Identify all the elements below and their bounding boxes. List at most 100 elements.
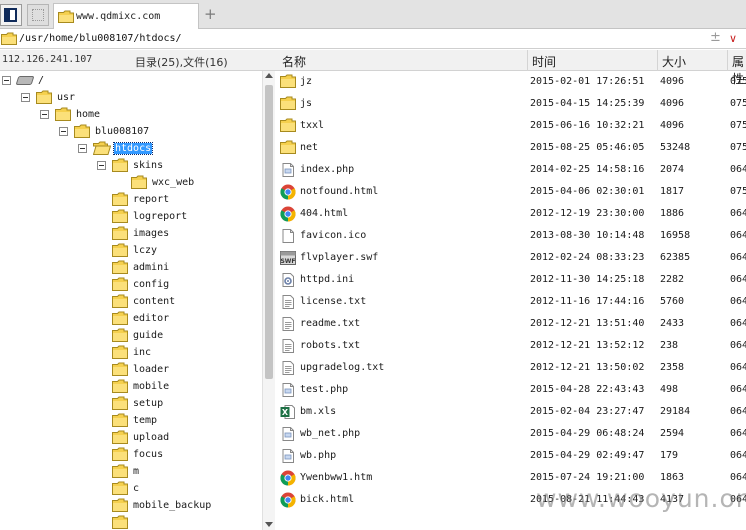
file-row[interactable]: favicon.ico 2013-08-30 10:14:48 16958 064 [276,225,746,247]
tree-node[interactable]: home [0,106,262,123]
tree-node[interactable]: wxc_web [0,174,262,191]
file-size: 5760 [660,296,685,307]
address-bar[interactable]: /usr/home/blu008107/htdocs/ ± ∨ [0,29,746,49]
column-size[interactable]: 大小 [662,53,686,70]
file-perm: 064 [730,318,746,329]
file-row[interactable]: index.php 2014-02-25 14:58:16 2074 064 [276,159,746,181]
folder-icon [112,294,128,311]
tree-node[interactable]: blu008107 [0,123,262,140]
file-row[interactable]: 404.html 2012-12-19 23:30:00 1886 064 [276,203,746,225]
folder-icon [280,74,296,90]
tree-node[interactable]: / [0,72,262,89]
folder-icon [131,175,147,192]
scroll-down-icon[interactable] [265,522,273,527]
tree-node[interactable]: temp [0,412,262,429]
directory-tree: / usr home blu008107 htdocs skins wxc_web repor… [0,71,262,530]
tree-node[interactable]: mobile [0,378,262,395]
tree-node[interactable]: skins [0,157,262,174]
file-row[interactable]: SWF flvplayer.swf 2012-02-24 08:33:23 62385… [276,247,746,269]
tree-node-label: temp [133,415,158,426]
tree-node[interactable]: report [0,191,262,208]
tree-node-label: inc [133,347,152,358]
collapse-toggle-icon[interactable] [59,127,68,136]
swf-icon: SWF [280,250,296,266]
tree-node[interactable]: loader [0,361,262,378]
column-divider[interactable] [527,50,528,71]
collapse-toggle-icon[interactable] [97,161,106,170]
file-row[interactable]: notfound.html 2015-04-06 02:30:01 1817 075 [276,181,746,203]
file-name: robots.txt [300,340,361,351]
file-row[interactable]: js 2015-04-15 14:25:39 4096 075 [276,93,746,115]
tree-node[interactable]: config [0,276,262,293]
column-divider[interactable] [657,50,658,71]
tab-shell[interactable] [0,4,22,26]
tree-node[interactable]: focus [0,446,262,463]
tab-site[interactable]: www.qdmixc.com [53,3,199,29]
file-row[interactable]: jz 2015-02-01 17:26:51 4096 075 [276,71,746,93]
column-name[interactable]: 名称 [282,53,306,70]
file-name: 404.html [300,208,349,219]
folder-icon [112,447,128,464]
file-name: test.php [300,384,349,395]
tree-node[interactable]: logreport [0,208,262,225]
file-row[interactable]: robots.txt 2012-12-21 13:52:12 238 064 [276,335,746,357]
file-row[interactable]: license.txt 2012-11-16 17:44:16 5760 064 [276,291,746,313]
collapse-toggle-icon[interactable] [2,76,11,85]
collapse-toggle-icon[interactable] [78,144,87,153]
collapse-toggle-icon[interactable] [40,110,49,119]
tree-node-label: lczy [133,245,158,256]
blank-file-icon [280,228,296,244]
file-size: 4096 [660,76,685,87]
file-name: txxl [300,120,325,131]
tree-node[interactable]: lczy [0,242,262,259]
file-row[interactable]: readme.txt 2012-12-21 13:51:40 2433 064 [276,313,746,335]
file-perm: 064 [730,428,746,439]
file-row[interactable]: test.php 2015-04-28 22:43:43 498 064 [276,379,746,401]
tree-node[interactable]: inc [0,344,262,361]
add-tab-icon[interactable]: + [204,5,217,23]
tab-blank[interactable] [27,4,49,26]
file-row[interactable]: txxl 2015-06-16 10:32:21 4096 075 [276,115,746,137]
tree-node[interactable]: c [0,480,262,497]
file-time: 2015-02-04 23:27:47 [530,406,645,417]
tree-scrollbar[interactable] [262,71,275,530]
tree-node[interactable]: editor [0,310,262,327]
file-perm: 064 [730,472,746,483]
open-folder-icon [92,141,112,158]
plus-minus-icon[interactable]: ± [710,30,721,45]
file-row[interactable]: net 2015-08-25 05:46:05 53248 075 [276,137,746,159]
address-path[interactable]: /usr/home/blu008107/htdocs/ [19,33,182,44]
tree-node-label: m [133,466,140,477]
column-divider[interactable] [727,50,728,71]
tree-node[interactable]: usr [0,89,262,106]
tree-node[interactable]: m [0,463,262,480]
tree-node[interactable]: content [0,293,262,310]
chevron-down-icon[interactable]: ∨ [729,32,737,45]
text-file-icon [280,316,296,332]
tree-node[interactable]: mobile_backup [0,497,262,514]
file-row[interactable]: httpd.ini 2012-11-30 14:25:18 2282 064 [276,269,746,291]
tree-node[interactable]: upload [0,429,262,446]
tree-node[interactable]: images [0,225,262,242]
file-row[interactable]: upgradelog.txt 2012-12-21 13:50:02 2358 064 [276,357,746,379]
tree-node[interactable] [0,514,262,530]
folder-icon [112,464,128,481]
tree-node[interactable]: htdocs [0,140,262,157]
file-name: httpd.ini [300,274,355,285]
folder-icon [112,277,128,294]
column-time[interactable]: 时间 [532,53,556,70]
tree-node[interactable]: guide [0,327,262,344]
tree-node[interactable]: setup [0,395,262,412]
file-perm: 064 [730,274,746,285]
tree-node[interactable]: admini [0,259,262,276]
svg-text:X: X [282,408,289,417]
file-perm: 064 [730,208,746,219]
scroll-thumb[interactable] [265,85,273,379]
file-row[interactable]: wb_net.php 2015-04-29 06:48:24 2594 064 [276,423,746,445]
scroll-up-icon[interactable] [265,73,273,78]
collapse-toggle-icon[interactable] [21,93,30,102]
file-row[interactable]: wb.php 2015-04-29 02:49:47 179 064 [276,445,746,467]
tree-node-label: home [76,109,101,120]
file-row[interactable]: Xbm.xls 2015-02-04 23:27:47 29184 064 [276,401,746,423]
folder-icon [112,328,128,345]
